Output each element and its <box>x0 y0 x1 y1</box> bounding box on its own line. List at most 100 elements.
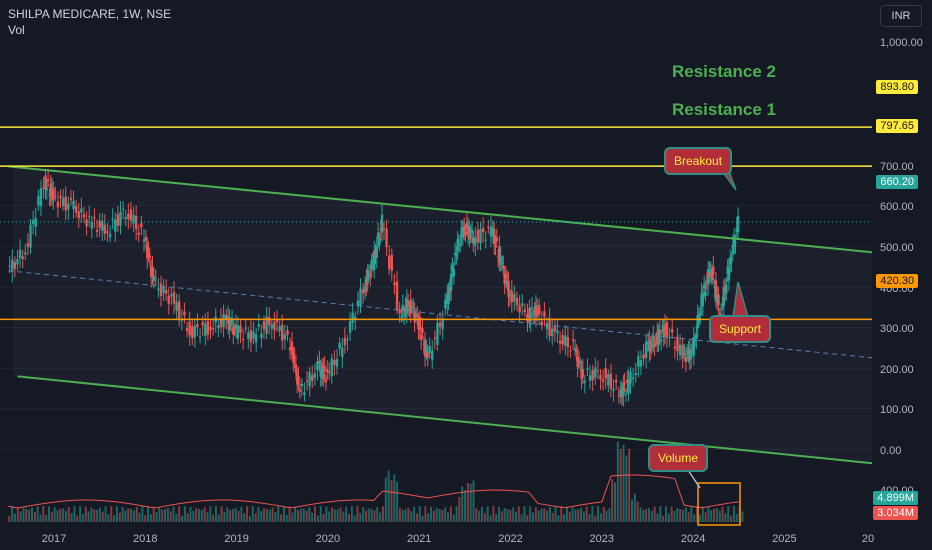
candle-body <box>121 208 125 210</box>
candle-body <box>239 325 242 334</box>
volume-bar <box>314 506 317 522</box>
candle-body <box>170 294 173 297</box>
candle-body <box>348 321 352 333</box>
candle-body <box>211 328 215 330</box>
candle-body <box>335 359 339 368</box>
candle-body <box>551 328 554 336</box>
volume-bar <box>512 507 515 522</box>
candle-body <box>474 237 477 246</box>
candle-body <box>281 324 284 341</box>
volume-bar <box>39 514 42 522</box>
volume-bar <box>42 506 45 522</box>
candle-body <box>659 339 663 342</box>
volume-bar <box>376 507 379 522</box>
candle-body <box>548 317 551 337</box>
candle-body <box>510 290 514 303</box>
y-tick-label: 500.00 <box>880 242 914 254</box>
price-chart: 1,000.00900.00700.00600.00500.00400.0030… <box>0 37 923 545</box>
volume-bar <box>721 506 724 522</box>
candle-body <box>530 307 534 309</box>
volume-bar <box>554 506 557 522</box>
volume-bar <box>444 507 447 522</box>
volume-bar <box>8 516 11 522</box>
candle-body <box>303 392 306 395</box>
support-price-tag: 420.30 <box>876 274 918 288</box>
volume-indicator-label[interactable]: Vol <box>8 23 25 37</box>
volume-bar <box>373 510 376 522</box>
volume-bar <box>96 509 99 522</box>
volume-bar <box>642 509 645 522</box>
volume-bar <box>240 506 243 522</box>
candle-body <box>609 373 613 390</box>
volume-bar <box>415 513 418 522</box>
volume-bar <box>302 508 305 522</box>
volume-bar <box>248 515 251 522</box>
volume-bar <box>571 507 574 522</box>
volume-bar <box>299 508 302 522</box>
volume-bar <box>113 515 116 522</box>
candle-body <box>341 347 344 358</box>
volume-bar <box>633 493 636 522</box>
volume-bar <box>481 506 484 522</box>
volume-bar <box>537 510 540 522</box>
volume-bar <box>166 507 169 522</box>
volume-bar <box>81 513 84 522</box>
volume-bar <box>141 506 144 522</box>
candle-body <box>545 322 549 330</box>
candle-body <box>438 322 442 327</box>
candle-body <box>111 218 114 221</box>
volume-bar <box>186 513 189 522</box>
candle-body <box>607 374 610 386</box>
volume-bar <box>698 514 701 522</box>
volume-bar <box>565 506 568 522</box>
candle-body <box>95 229 99 232</box>
volume-bar <box>514 511 517 522</box>
candle-body <box>436 322 439 345</box>
volume-bar <box>76 515 79 522</box>
candle-body <box>476 229 480 243</box>
volume-bar <box>390 480 393 522</box>
volume-bar <box>316 515 319 522</box>
volume-bar <box>489 515 492 522</box>
candle-body <box>564 335 567 346</box>
volume-bar <box>144 515 147 522</box>
volume-bar <box>469 483 472 522</box>
candle-body <box>72 200 75 209</box>
volume-bar <box>260 511 263 522</box>
volume-bar <box>175 513 178 522</box>
volume-bar <box>713 508 716 522</box>
volume-bar <box>614 482 617 522</box>
volume-tag-2: 3.034M <box>873 506 918 520</box>
volume-bar <box>164 509 167 522</box>
volume-bar <box>718 510 721 522</box>
x-tick-label: 2017 <box>42 533 66 545</box>
volume-bar <box>732 506 735 522</box>
candle-body <box>393 282 396 286</box>
volume-bar <box>297 510 300 522</box>
candle-body <box>61 197 65 206</box>
x-tick-label: 2024 <box>681 533 705 545</box>
volume-bar <box>308 506 311 522</box>
candle-body <box>164 289 168 294</box>
volume-bar <box>500 511 503 522</box>
volume-bar <box>268 509 271 522</box>
candle-body <box>201 322 204 326</box>
candle-body <box>193 325 197 338</box>
currency-selector[interactable]: INR <box>880 5 922 27</box>
candle-body <box>45 188 49 191</box>
volume-bar <box>364 510 367 522</box>
volume-bar <box>548 507 551 522</box>
volume-bar <box>506 509 509 522</box>
candle-body <box>495 237 499 242</box>
candle-body <box>148 255 152 259</box>
volume-bar <box>263 507 266 522</box>
volume-bar <box>659 506 662 522</box>
volume-bar <box>331 507 334 522</box>
candle-body <box>346 339 349 341</box>
volume-bar <box>353 515 356 522</box>
candle-body <box>452 269 455 277</box>
candle-body <box>588 375 592 381</box>
volume-bar <box>497 506 500 522</box>
volume-bar <box>11 506 14 522</box>
volume-bar <box>14 513 17 522</box>
